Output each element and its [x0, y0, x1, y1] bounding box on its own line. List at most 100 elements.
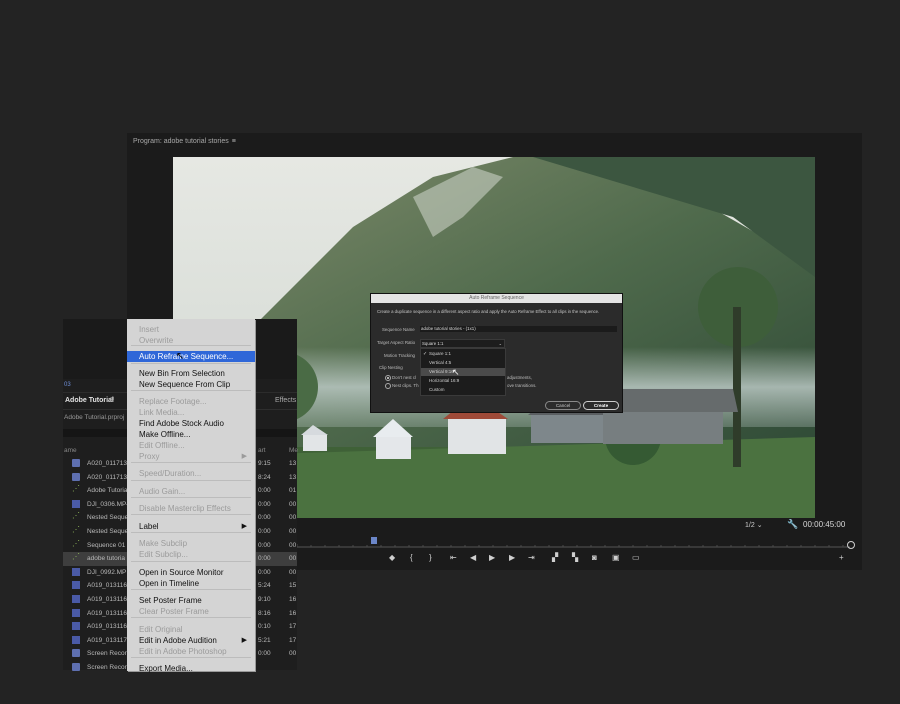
- menu-item-find-adobe-stock-audio[interactable]: Find Adobe Stock Audio: [127, 418, 255, 429]
- item-name: Nested Seque: [87, 514, 127, 522]
- go-to-in-icon[interactable]: ⇤: [450, 553, 457, 562]
- menu-item-label[interactable]: Label ▶: [127, 521, 255, 532]
- time-ruler[interactable]: [297, 535, 850, 551]
- menu-item-export-media[interactable]: Export Media...: [127, 663, 255, 674]
- column-name[interactable]: ame: [64, 447, 77, 454]
- menu-item-label: Overwrite: [139, 336, 174, 345]
- item-start: 0:00: [258, 541, 271, 549]
- video-clip-icon: [72, 567, 80, 576]
- menu-item-label: Edit Subclip...: [139, 550, 188, 559]
- marker-icon[interactable]: ◆: [389, 553, 395, 562]
- clip-nesting-label: Clip Nesting: [379, 365, 403, 370]
- aspect-option[interactable]: Vertical 9:16: [421, 368, 505, 376]
- column-media[interactable]: Me: [289, 447, 298, 454]
- hamburger-icon[interactable]: ≡: [110, 396, 114, 403]
- zoom-select[interactable]: 1/2 ⌄: [745, 521, 763, 529]
- aspect-option[interactable]: Vertical 4:5: [421, 359, 505, 367]
- menu-divider: [131, 390, 251, 391]
- playhead-icon[interactable]: [371, 537, 377, 544]
- video-clip-icon: [72, 594, 80, 603]
- nest-radio-1[interactable]: [385, 375, 391, 381]
- item-name: Screen Record: [87, 650, 127, 658]
- lift-icon[interactable]: ▞: [552, 553, 558, 562]
- menu-item-label: Clear Poster Frame: [139, 607, 209, 616]
- cancel-button[interactable]: Cancel: [545, 401, 581, 410]
- aspect-option[interactable]: ✓ Square 1:1: [421, 350, 505, 358]
- play-icon[interactable]: ▶: [489, 553, 495, 562]
- aspect-option[interactable]: Horizontal 16:9: [421, 377, 505, 385]
- out-point-icon[interactable]: }: [429, 553, 432, 562]
- program-monitor-title[interactable]: Program: adobe tutorial stories ≡: [133, 138, 236, 145]
- aspect-ratio-select[interactable]: Square 1:1 ⌄: [420, 339, 505, 348]
- item-media: 00: [289, 541, 297, 549]
- sequence-icon: ⋰: [72, 538, 80, 548]
- timecode[interactable]: 00:00:45:00: [803, 520, 845, 529]
- item-name: Adobe Tutorial: [87, 487, 127, 495]
- menu-divider: [131, 514, 251, 515]
- clip-icon: [72, 472, 80, 481]
- menu-divider: [131, 657, 251, 658]
- menu-divider: [131, 497, 251, 498]
- menu-item-label: Make Subclip: [139, 539, 188, 548]
- menu-item-label: Find Adobe Stock Audio: [139, 419, 224, 428]
- nest-option-1-tail: adjustments,: [507, 375, 532, 380]
- item-name: A019_013116: [87, 582, 127, 590]
- motion-tracking-label: Motion Tracking: [384, 353, 415, 358]
- hamburger-icon[interactable]: ≡: [232, 138, 236, 145]
- item-name: A020_0117131: [87, 460, 127, 467]
- item-start: 0:00: [258, 555, 271, 563]
- add-icon[interactable]: +: [839, 553, 844, 562]
- sequence-icon: ⋰: [72, 552, 80, 562]
- menu-item-new-bin-from-selection[interactable]: New Bin From Selection: [127, 368, 255, 379]
- menu-divider: [131, 480, 251, 481]
- menu-item-make-offline[interactable]: Make Offline...: [127, 429, 255, 440]
- item-media: 00: [289, 514, 297, 522]
- panel-counter: 03: [64, 382, 71, 388]
- cursor-icon: ↖: [452, 367, 460, 377]
- safe-margins-icon[interactable]: ▭: [632, 553, 640, 562]
- aspect-ratio-label: Target Aspect Ratio: [377, 340, 416, 345]
- menu-item-edit-subclip: Edit Subclip...: [127, 549, 255, 560]
- video-clip-icon: [72, 608, 80, 617]
- menu-item-label: Edit Offline...: [139, 441, 185, 450]
- item-start: 0:10: [258, 623, 271, 631]
- item-media: 17: [289, 636, 297, 644]
- column-start[interactable]: art: [258, 447, 266, 454]
- step-back-icon[interactable]: ◀: [470, 553, 476, 562]
- menu-item-overwrite: Overwrite: [127, 335, 255, 346]
- in-point-icon[interactable]: {: [410, 553, 413, 562]
- nest-radio-2[interactable]: [385, 383, 391, 389]
- item-media: 01: [289, 487, 297, 495]
- checkmark-icon: ✓: [423, 351, 428, 357]
- menu-divider: [131, 589, 251, 590]
- wrench-icon[interactable]: 🔧: [787, 519, 798, 530]
- menu-item-open-in-timeline[interactable]: Open in Timeline: [127, 578, 255, 589]
- menu-item-auto-reframe-sequence[interactable]: Auto Reframe Sequence...: [127, 351, 255, 362]
- step-forward-icon[interactable]: ▶: [509, 553, 515, 562]
- menu-item-set-poster-frame[interactable]: Set Poster Frame: [127, 595, 255, 606]
- menu-item-clear-poster-frame: Clear Poster Frame: [127, 606, 255, 617]
- menu-item-edit-in-adobe-audition[interactable]: Edit in Adobe Audition ▶: [127, 635, 255, 646]
- video-clip-icon: [72, 622, 80, 631]
- create-button[interactable]: Create: [583, 401, 619, 410]
- menu-item-open-in-source-monitor[interactable]: Open in Source Monitor: [127, 567, 255, 578]
- export-frame-icon[interactable]: ◙: [592, 553, 597, 562]
- aspect-option[interactable]: Custom: [421, 386, 505, 394]
- program-title-text: Program: adobe tutorial stories: [133, 138, 229, 145]
- sequence-name-field[interactable]: adobe tutorial stories - (1x1): [420, 326, 617, 332]
- extract-icon[interactable]: ▚: [572, 553, 578, 562]
- menu-item-label: Export Media...: [139, 664, 193, 673]
- comparison-view-icon[interactable]: ▣: [612, 553, 620, 562]
- item-start: 9:15: [258, 460, 271, 467]
- aspect-option-label: Custom: [429, 387, 445, 392]
- nest-option-2-tail: ove transitions.: [507, 383, 537, 388]
- go-to-out-icon[interactable]: ⇥: [528, 553, 535, 562]
- tab-project[interactable]: Adobe Tutorial: [65, 397, 114, 404]
- item-name: DJI_0992.MP: [87, 568, 127, 576]
- project-file-name: Adobe Tutorial.prproj: [64, 414, 125, 421]
- end-marker-icon[interactable]: [847, 541, 855, 549]
- tab-effects[interactable]: Effects: [275, 397, 296, 404]
- menu-item-link-media: Link Media...: [127, 407, 255, 418]
- menu-item-new-sequence-from-clip[interactable]: New Sequence From Clip: [127, 379, 255, 390]
- menu-item-label: Audio Gain...: [139, 487, 186, 496]
